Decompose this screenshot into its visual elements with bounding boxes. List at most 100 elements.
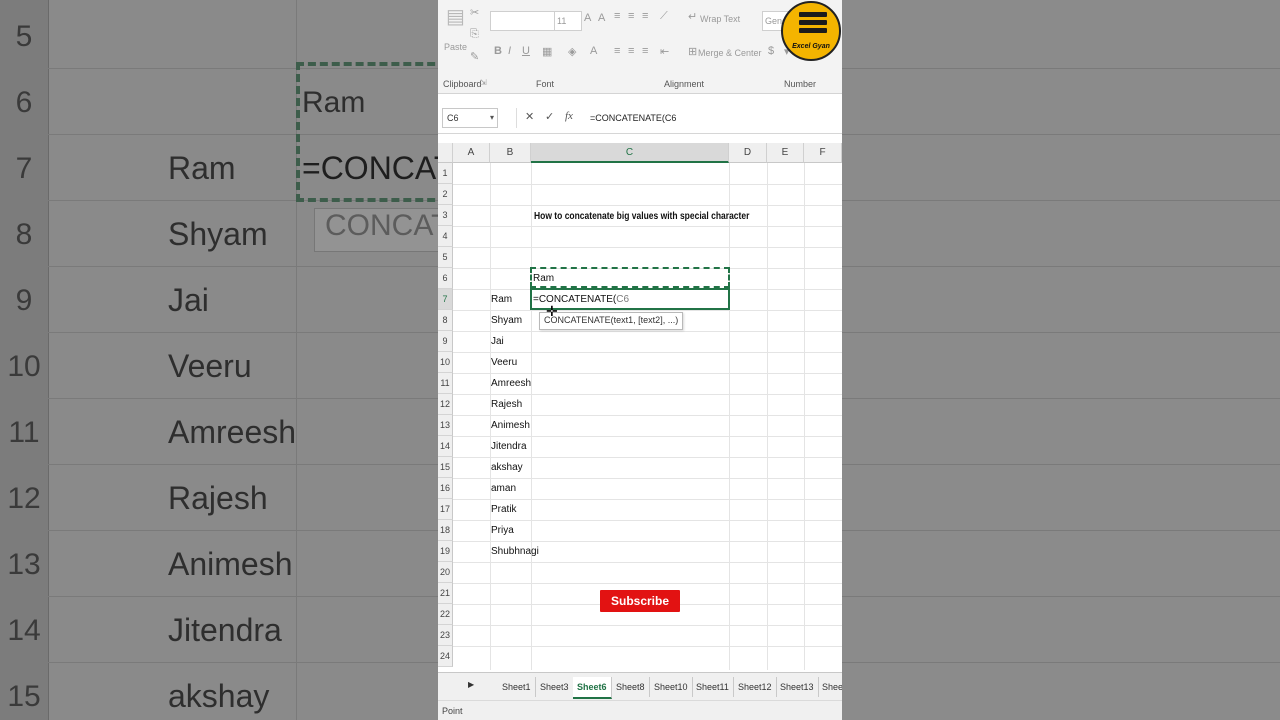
column-header-b[interactable]: B — [490, 143, 531, 163]
row-header[interactable]: 17 — [438, 499, 453, 520]
tab-sheet10[interactable]: Sheet10 — [650, 677, 693, 697]
cut-icon[interactable]: ✂ — [470, 6, 479, 19]
wrap-text-label[interactable]: Wrap Text — [700, 14, 740, 24]
format-painter-icon[interactable]: ✎ — [470, 50, 479, 63]
column-header-e[interactable]: E — [767, 143, 804, 163]
row-header[interactable]: 7 — [438, 289, 453, 310]
bold-button[interactable]: B — [494, 45, 502, 57]
insert-function-icon[interactable]: fx — [565, 110, 573, 122]
row-header[interactable]: 10 — [438, 352, 453, 373]
bg-row-number: 5 — [15, 20, 33, 53]
row-header[interactable]: 5 — [438, 247, 453, 268]
column-header-d[interactable]: D — [729, 143, 767, 163]
function-tooltip[interactable]: CONCATENATE(text1, [text2], ...) — [539, 312, 684, 330]
row-header[interactable]: 9 — [438, 331, 453, 352]
merge-center-label[interactable]: Merge & Center — [698, 48, 762, 58]
select-all-corner[interactable] — [438, 143, 453, 163]
copy-icon[interactable]: ⎘ — [470, 28, 479, 41]
cell-b16[interactable]: aman — [491, 478, 516, 499]
cell-b10[interactable]: Veeru — [491, 352, 517, 373]
cell-b13[interactable]: Animesh — [491, 415, 530, 436]
column-header-f[interactable]: F — [804, 143, 842, 163]
row-header[interactable]: 19 — [438, 541, 453, 562]
cell-c6[interactable]: Ram — [533, 268, 554, 289]
tab-scroll-right-icon[interactable]: ▶ — [468, 680, 474, 689]
row-header[interactable]: 20 — [438, 562, 453, 583]
formula-input[interactable]: =CONCATENATE(C6 — [590, 113, 676, 123]
bg-right-area — [842, 0, 1280, 720]
tab-sheet-partial[interactable]: Sheet1 — [818, 677, 842, 697]
row-header[interactable]: 6 — [438, 268, 453, 289]
tab-sheet1[interactable]: Sheet1 — [498, 677, 536, 697]
row-header[interactable]: 4 — [438, 226, 453, 247]
row-header[interactable]: 16 — [438, 478, 453, 499]
cell-b7[interactable]: Ram — [491, 289, 512, 310]
enter-icon[interactable]: ✓ — [545, 110, 554, 123]
tab-sheet6[interactable]: Sheet6 — [573, 677, 612, 699]
tab-sheet3[interactable]: Sheet3 — [536, 677, 574, 697]
cell-b18[interactable]: Priya — [491, 520, 514, 541]
row-header[interactable]: 11 — [438, 373, 453, 394]
currency-icon[interactable]: $ — [768, 45, 774, 57]
worksheet-grid[interactable]: A B C D E F 1 2 3 4 5 6 7 8 9 10 11 12 1… — [438, 143, 842, 670]
tab-sheet12[interactable]: Sheet12 — [734, 677, 777, 697]
row-header[interactable]: 1 — [438, 163, 453, 184]
italic-button[interactable]: I — [508, 45, 511, 57]
row-header[interactable]: 13 — [438, 415, 453, 436]
cell-b11[interactable]: Amreesh — [491, 373, 531, 394]
align-middle-icon[interactable]: ≡ — [628, 10, 634, 22]
cell-c3-title[interactable]: How to concatenate big values with speci… — [534, 206, 749, 227]
align-right-icon[interactable]: ≡ — [642, 45, 648, 57]
bg-name: akshay — [168, 678, 270, 714]
merge-center-icon[interactable]: ⊞ — [688, 45, 697, 58]
dialog-launcher-icon[interactable]: ⇲ — [480, 78, 487, 87]
indent-icon[interactable]: ⇤ — [660, 45, 669, 58]
column-header-c[interactable]: C — [531, 143, 729, 163]
row-header[interactable]: 18 — [438, 520, 453, 541]
cell-b14[interactable]: Jitendra — [491, 436, 527, 457]
column-header-a[interactable]: A — [453, 143, 490, 163]
underline-button[interactable]: U — [522, 45, 530, 57]
cancel-icon[interactable]: ✕ — [525, 110, 534, 123]
row-header[interactable]: 23 — [438, 625, 453, 646]
row-header[interactable]: 12 — [438, 394, 453, 415]
paste-label[interactable]: Paste — [444, 42, 467, 52]
align-bottom-icon[interactable]: ≡ — [642, 10, 648, 22]
cell-b12[interactable]: Rajesh — [491, 394, 522, 415]
row-header[interactable]: 15 — [438, 457, 453, 478]
paste-icon[interactable]: ▤ — [446, 4, 465, 29]
align-center-icon[interactable]: ≡ — [628, 45, 634, 57]
font-color-icon[interactable]: A — [590, 45, 597, 57]
row-header[interactable]: 2 — [438, 184, 453, 205]
increase-font-icon[interactable]: A — [584, 12, 591, 24]
fill-color-icon[interactable]: ◈ — [568, 45, 576, 58]
row-header[interactable]: 21 — [438, 583, 453, 604]
font-size-box[interactable]: 11 — [554, 11, 582, 31]
cell-b19[interactable]: Shubhnagi — [491, 541, 539, 562]
align-left-icon[interactable]: ≡ — [614, 45, 620, 57]
cell-b8[interactable]: Shyam — [491, 310, 522, 331]
row-header[interactable]: 22 — [438, 604, 453, 625]
cell-b15[interactable]: akshay — [491, 457, 523, 478]
cell-b17[interactable]: Pratik — [491, 499, 517, 520]
wrap-text-icon[interactable]: ↵ — [688, 10, 697, 23]
tab-sheet13[interactable]: Sheet13 — [776, 677, 819, 697]
row-header[interactable]: 14 — [438, 436, 453, 457]
align-top-icon[interactable]: ≡ — [614, 10, 620, 22]
name-box[interactable]: C6 ▾ — [442, 108, 498, 128]
font-name-box[interactable] — [490, 11, 556, 31]
cell-b9[interactable]: Jai — [491, 331, 504, 352]
row-header[interactable]: 3 — [438, 205, 453, 226]
borders-icon[interactable]: ▦ — [542, 45, 552, 58]
row-header[interactable]: 8 — [438, 310, 453, 331]
tab-sheet11[interactable]: Sheet11 — [692, 677, 734, 697]
row-header[interactable]: 24 — [438, 646, 453, 667]
bg-name: Jitendra — [168, 612, 282, 648]
bg-name: Rajesh — [168, 480, 268, 516]
orientation-icon[interactable]: ⟋ — [660, 10, 668, 23]
chevron-down-icon[interactable]: ▾ — [490, 109, 494, 127]
bg-row-number: 14 — [7, 614, 41, 647]
tab-sheet8[interactable]: Sheet8 — [612, 677, 650, 697]
decrease-font-icon[interactable]: A — [598, 12, 605, 24]
subscribe-button[interactable]: Subscribe — [600, 590, 680, 612]
